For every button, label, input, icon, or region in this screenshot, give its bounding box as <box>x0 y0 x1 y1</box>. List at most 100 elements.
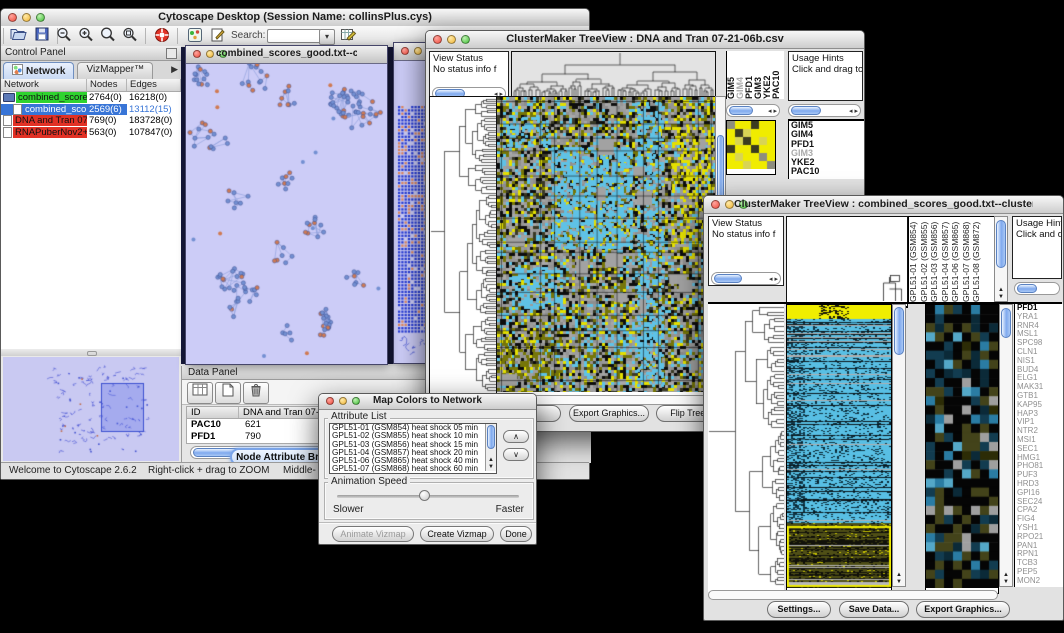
network-table-row[interactable]: combined_scores_2764(0)16218(0) <box>1 92 181 104</box>
gene-label[interactable]: MON2 <box>1015 577 1063 586</box>
network-canvas-a[interactable] <box>187 64 386 364</box>
dialog-titlebar[interactable]: Map Colors to Network <box>319 394 536 410</box>
close-button[interactable] <box>711 200 720 209</box>
scrollbar-arrows[interactable]: ▲▼ <box>995 287 1007 301</box>
annotation-button[interactable] <box>207 27 229 45</box>
column-label[interactable]: PAC10 <box>772 51 781 99</box>
treeview2-global-vscrollbar[interactable]: ▲▼ <box>892 304 906 587</box>
treeview1-titlebar[interactable]: ClusterMaker TreeView : DNA and Tran 07-… <box>426 31 864 49</box>
zoom-fit-button[interactable] <box>97 27 119 45</box>
close-button[interactable] <box>401 47 409 55</box>
treeview2-export-graphics-button[interactable]: Export Graphics... <box>916 601 1010 618</box>
create-vizmap-button[interactable]: Create Vizmap <box>420 526 494 542</box>
scrollbar-thumb[interactable] <box>996 220 1006 268</box>
column-label[interactable]: GPL51-08 (GSM872) <box>972 217 983 302</box>
treeview1-zoom-heatmap[interactable] <box>726 120 776 175</box>
treeview2-column-dendrogram[interactable] <box>786 216 908 308</box>
treeview2-labels-vscrollbar[interactable]: ▲▼ <box>994 216 1008 302</box>
treeview2-zoom-vscrollbar[interactable]: ▲▼ <box>999 304 1013 587</box>
done-button[interactable]: Done <box>500 526 532 542</box>
slider-thumb[interactable] <box>419 490 430 501</box>
attribute-listbox[interactable]: GPL51-01 (GSM854) heat shock 05 minGPL51… <box>329 423 497 474</box>
tab-overflow-button[interactable]: ▶ <box>171 61 178 79</box>
treeview2-titlebar[interactable]: ClusterMaker TreeView : combined_scores_… <box>704 196 1063 214</box>
scrollbar-arrows[interactable]: ▲▼ <box>1000 572 1012 586</box>
tab-network[interactable]: Network <box>3 62 74 80</box>
minimize-button[interactable] <box>206 50 214 58</box>
column-header-network[interactable]: Network <box>1 79 87 91</box>
minimize-button[interactable] <box>725 200 734 209</box>
zoom-selected-button[interactable] <box>119 27 141 45</box>
folder-icon <box>3 93 15 102</box>
row-label[interactable]: PAC10 <box>789 167 864 176</box>
scrollbar-thumb[interactable] <box>791 106 821 115</box>
move-attribute-down-button[interactable]: ∨ <box>503 448 529 461</box>
minimize-button[interactable] <box>447 35 456 44</box>
treeview1-column-dendrogram[interactable] <box>511 51 716 102</box>
column-label[interactable]: GPL51-03 (GSM856) <box>930 217 941 302</box>
panel-splitter[interactable] <box>1 349 181 356</box>
zoom-out-button[interactable] <box>53 27 75 45</box>
scrollbar-arrows[interactable]: ◂ ▸ <box>769 275 778 284</box>
treeview1-heatmap[interactable] <box>496 96 716 398</box>
column-header-nodes[interactable]: Nodes <box>87 79 127 91</box>
birdseye-view[interactable] <box>3 357 179 461</box>
minimize-button[interactable] <box>339 397 347 405</box>
new-attribute-button[interactable] <box>215 382 241 404</box>
scrollbar-arrows[interactable]: ▲▼ <box>486 457 496 471</box>
delete-attribute-button[interactable] <box>243 382 269 404</box>
scrollbar-arrows[interactable]: ◂ ▸ <box>849 107 858 116</box>
network-table-row[interactable]: DNA and Tran 07769(0)183728(0) <box>1 115 181 127</box>
column-label[interactable]: GPL51-06 (GSM865) <box>951 217 962 302</box>
close-button[interactable] <box>193 50 201 58</box>
select-attributes-button[interactable] <box>187 382 213 404</box>
main-title-bar[interactable]: Cytoscape Desktop (Session Name: collins… <box>1 9 589 27</box>
column-header-id[interactable]: ID <box>187 407 239 418</box>
treeview2-row-dendrogram[interactable] <box>708 304 784 592</box>
scrollbar-thumb[interactable] <box>1017 284 1037 293</box>
close-button[interactable] <box>326 397 334 405</box>
scrollbar-thumb[interactable] <box>714 274 742 283</box>
treeview2-hscrollbar[interactable] <box>708 590 998 600</box>
attribute-browser-button[interactable] <box>337 27 359 45</box>
column-header-edges[interactable]: Edges <box>127 79 181 91</box>
attribute-list-item[interactable]: GPL51-07 (GSM868) heat shock 60 min <box>330 465 496 473</box>
treeview2-hints-scrollbar[interactable] <box>1014 282 1060 295</box>
attribute-list-vscrollbar[interactable]: ▲▼ <box>485 424 496 471</box>
scrollbar-thumb[interactable] <box>894 307 904 355</box>
move-attribute-up-button[interactable]: ∧ <box>503 430 529 443</box>
treeview2-settings-button[interactable]: Settings... <box>767 601 831 618</box>
scrollbar-arrows[interactable]: ◂ ▸ <box>768 107 777 116</box>
animate-vizmap-button[interactable]: Animate Vizmap <box>332 526 414 542</box>
treeview2-global-heatmap[interactable] <box>786 304 892 594</box>
treeview1-zoom-hscrollbar[interactable]: ◂ ▸ <box>726 104 780 117</box>
treeview2-zoom-heatmap[interactable] <box>925 304 999 594</box>
treeview1-row-dendrogram[interactable] <box>429 96 497 398</box>
network-window-a-titlebar[interactable]: combined_scores_good.txt--cluste... <box>186 46 387 64</box>
vizmap-button[interactable] <box>184 27 206 45</box>
scrollbar-thumb[interactable] <box>1001 308 1011 338</box>
treeview2-save-data-button[interactable]: Save Data... <box>839 601 909 618</box>
minimize-button[interactable] <box>414 47 422 55</box>
treeview2-status-scrollbar[interactable]: ◂ ▸ <box>711 272 781 285</box>
network-table-row[interactable]: combined_sco2569(6)13112(15) <box>1 104 181 116</box>
open-file-button[interactable] <box>7 27 29 45</box>
column-label[interactable]: GPL51-01 (GSM854) <box>909 217 920 302</box>
float-panel-icon[interactable] <box>166 48 177 59</box>
treeview1-hints-scrollbar[interactable]: ◂ ▸ <box>788 104 861 117</box>
view-status-title: View Status <box>712 218 780 229</box>
search-input[interactable] <box>267 29 321 43</box>
zoom-in-button[interactable] <box>75 27 97 45</box>
close-button[interactable] <box>8 13 17 22</box>
save-session-button[interactable] <box>31 27 53 45</box>
tab-vizmapper[interactable]: VizMapper™ <box>77 62 153 80</box>
minimize-button[interactable] <box>22 13 31 22</box>
network-table-row[interactable]: RNAPuberNov2+!563(0)107847(0) <box>1 127 181 139</box>
treeview1-export-graphics-button[interactable]: Export Graphics... <box>569 405 649 422</box>
scrollbar-thumb[interactable] <box>487 425 495 449</box>
help-button[interactable] <box>151 27 173 45</box>
search-dropdown-button[interactable]: ▾ <box>319 29 335 45</box>
close-button[interactable] <box>433 35 442 44</box>
scrollbar-thumb[interactable] <box>729 106 753 115</box>
scrollbar-arrows[interactable]: ▲▼ <box>893 572 905 586</box>
